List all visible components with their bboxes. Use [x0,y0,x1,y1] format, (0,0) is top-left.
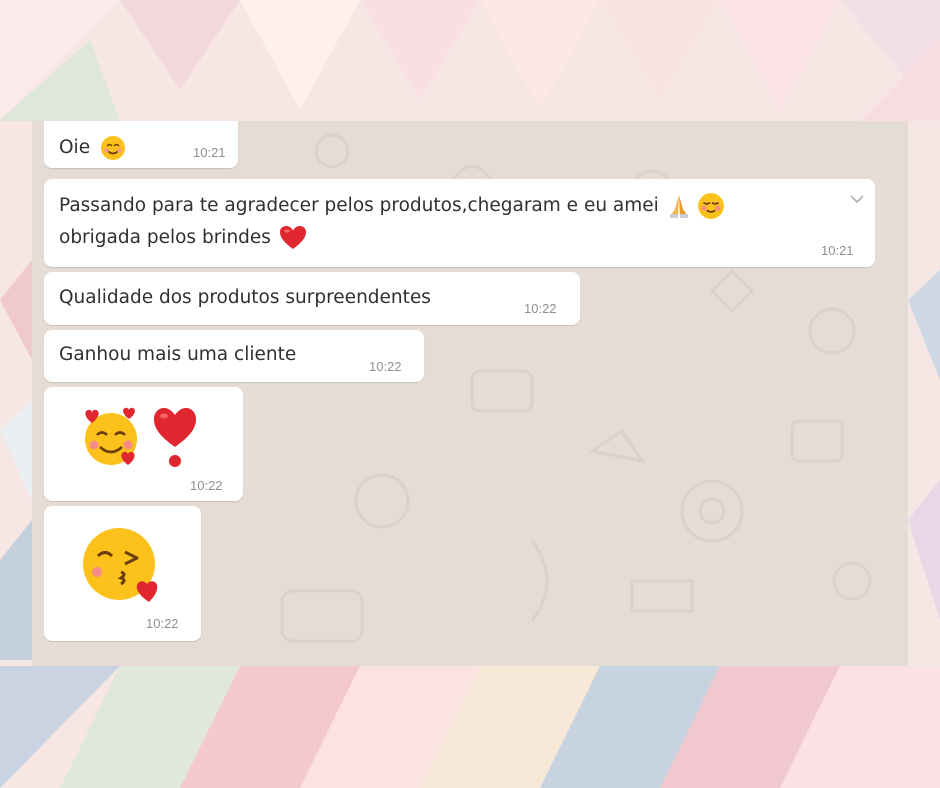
red-heart-icon [279,226,306,249]
message-timestamp: 10:22 [190,478,223,493]
message-bubble[interactable]: 10:22 [44,506,201,641]
chevron-down-icon[interactable] [849,193,865,205]
smiling-face-with-smiling-eyes-icon [100,136,125,160]
message-timestamp: 10:22 [146,616,179,631]
face-blowing-a-kiss-icon [83,528,158,602]
message-timestamp: 10:21 [821,243,854,258]
message-bubble[interactable]: Passando para te agradecer pelos produto… [44,179,875,267]
smiling-face-icon [697,193,724,219]
smiling-face-with-hearts-icon [85,407,137,465]
message-text: Oie [59,132,126,164]
message-bubble[interactable]: Qualidade dos produtos surpreendentes 10… [44,272,580,325]
heavy-heart-exclamation-icon [154,408,196,467]
message-text-line-2: obrigada pelos brindes [59,222,307,254]
message-bubble[interactable]: 10:22 [44,387,243,501]
message-timestamp: 10:21 [193,145,226,160]
message-timestamp: 10:22 [369,359,402,374]
message-timestamp: 10:22 [524,301,557,316]
message-text-line-1: Passando para te agradecer pelos produto… [59,190,725,222]
message-text: Qualidade dos produtos surpreendentes [59,287,431,308]
chat-window: Oie 10:21 Passando para te agradecer pel… [32,121,908,666]
folded-hands-icon [669,195,688,218]
message-bubble[interactable]: Ganhou mais uma cliente 10:22 [44,330,424,382]
message-bubble[interactable]: Oie 10:21 [44,121,238,168]
message-text: Ganhou mais uma cliente [59,344,297,365]
